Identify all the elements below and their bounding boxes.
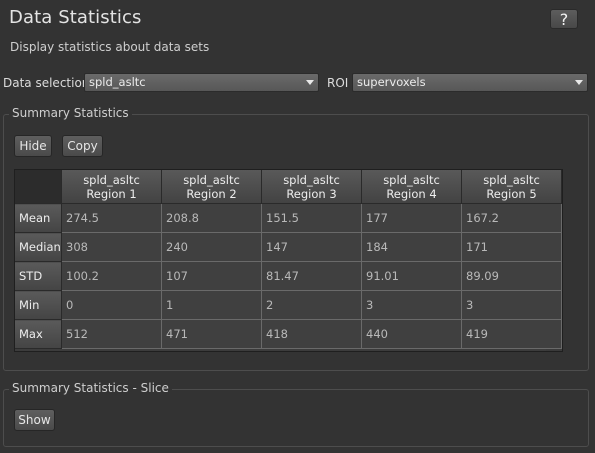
table-cell[interactable]: 240 [161,232,262,262]
table-cell[interactable]: 471 [161,319,262,349]
table-row: Mean 274.5 208.8 151.5 177 167.2 [15,203,562,233]
table-cell[interactable]: 167.2 [461,203,562,233]
column-header-dataset: spld_asltc [283,172,340,187]
data-selection-value: spld_asltc [89,75,146,89]
column-header-region: Region 4 [386,186,437,201]
table-cell[interactable]: 91.01 [361,261,462,291]
statistics-table: spld_asltc Region 1 spld_asltc Region 2 spld… [14,169,563,352]
table-corner-button[interactable] [15,170,62,204]
table-cell[interactable]: 512 [61,319,162,349]
summary-statistics-title: Summary Statistics [9,106,132,120]
page-title: Data Statistics [9,7,142,28]
help-button[interactable]: ? [550,9,578,29]
chevron-down-icon [306,80,314,85]
table-cell[interactable]: 419 [461,319,562,349]
row-header[interactable]: Min [15,290,62,320]
table-row: Max 512 471 418 440 419 [15,319,562,349]
column-header[interactable]: spld_asltc Region 2 [161,170,262,204]
table-cell[interactable]: 3 [461,290,562,320]
row-header[interactable]: Max [15,319,62,349]
table-cell[interactable]: 171 [461,232,562,262]
chevron-down-icon [575,80,583,85]
data-selection-dropdown[interactable]: spld_asltc [84,73,319,92]
table-cell[interactable]: 147 [261,232,362,262]
column-header-dataset: spld_asltc [183,172,240,187]
table-cell[interactable]: 2 [261,290,362,320]
slice-statistics-group [3,389,589,447]
table-row: Median 308 240 147 184 171 [15,232,562,262]
table-cell[interactable]: 100.2 [61,261,162,291]
page-subtitle: Display statistics about data sets [10,40,210,54]
column-header-region: Region 2 [186,186,237,201]
statistics-grid: spld_asltc Region 1 spld_asltc Region 2 spld… [15,170,562,349]
roi-dropdown[interactable]: supervoxels [352,73,588,92]
table-header-row: spld_asltc Region 1 spld_asltc Region 2 spld… [15,170,562,204]
column-header-region: Region 5 [486,186,537,201]
table-cell[interactable]: 177 [361,203,462,233]
table-row: STD 100.2 107 81.47 91.01 89.09 [15,261,562,291]
hide-button[interactable]: Hide [14,135,52,157]
column-header[interactable]: spld_asltc Region 3 [261,170,362,204]
table-cell[interactable]: 308 [61,232,162,262]
table-cell[interactable]: 184 [361,232,462,262]
column-header-dataset: spld_asltc [483,172,540,187]
column-header-region: Region 1 [86,186,137,201]
roi-value: supervoxels [357,75,426,89]
table-cell[interactable]: 440 [361,319,462,349]
data-selection-label: Data selection [3,76,90,90]
table-cell[interactable]: 274.5 [61,203,162,233]
table-cell[interactable]: 81.47 [261,261,362,291]
column-header-region: Region 3 [286,186,337,201]
table-cell[interactable]: 208.8 [161,203,262,233]
copy-button[interactable]: Copy [62,135,103,157]
column-header[interactable]: spld_asltc Region 1 [61,170,162,204]
table-cell[interactable]: 151.5 [261,203,362,233]
table-cell[interactable]: 3 [361,290,462,320]
row-header[interactable]: Median [15,232,62,262]
column-header-dataset: spld_asltc [383,172,440,187]
table-body: Mean 274.5 208.8 151.5 177 167.2 Median 308 240 1… [15,203,562,349]
table-cell[interactable]: 0 [61,290,162,320]
table-cell[interactable]: 89.09 [461,261,562,291]
roi-label: ROI [327,76,349,90]
table-cell[interactable]: 107 [161,261,262,291]
table-row: Min 0 1 2 3 3 [15,290,562,320]
table-cell[interactable]: 418 [261,319,362,349]
show-button[interactable]: Show [14,409,55,431]
column-header[interactable]: spld_asltc Region 5 [461,170,562,204]
row-header[interactable]: STD [15,261,62,291]
column-header-dataset: spld_asltc [83,172,140,187]
slice-statistics-title: Summary Statistics - Slice [9,381,172,395]
row-header[interactable]: Mean [15,203,62,233]
table-cell[interactable]: 1 [161,290,262,320]
column-header[interactable]: spld_asltc Region 4 [361,170,462,204]
